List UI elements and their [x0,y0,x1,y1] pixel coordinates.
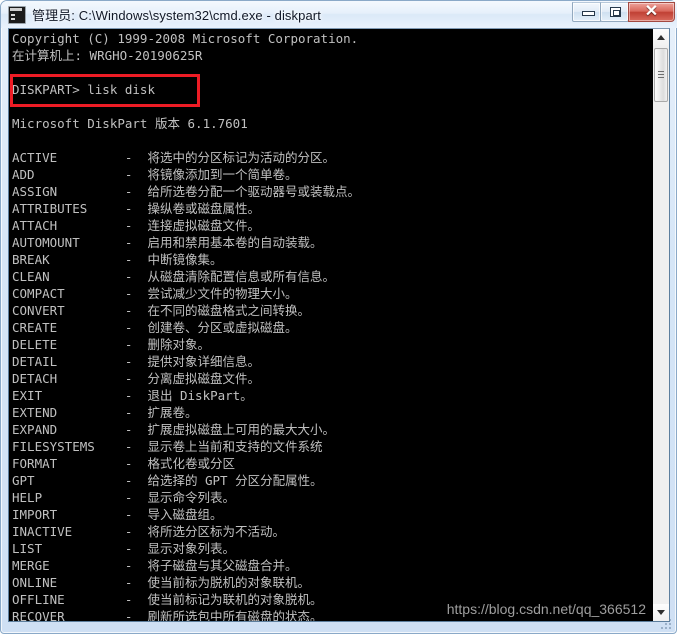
console-line: AUTOMOUNT - 启用和禁用基本卷的自动装载。 [12,235,323,250]
console-line: ATTACH - 连接虚拟磁盘文件。 [12,218,260,233]
close-icon: ✕ [644,2,659,20]
cmd-window: 管理员: C:\Windows\system32\cmd.exe - diskp… [0,0,677,634]
console-line: Microsoft DiskPart 版本 6.1.7601 [12,116,248,131]
scroll-up-arrow-icon [657,35,665,40]
console-line: ATTRIBUTES - 操纵卷或磁盘属性。 [12,201,260,216]
console-line: EXTEND - 扩展卷。 [12,405,198,420]
resize-grip-icon[interactable] [659,617,673,631]
watermark-text: https://blog.csdn.net/qq_366512 [446,601,646,617]
window-title: 管理员: C:\Windows\system32\cmd.exe - diskp… [32,8,321,23]
console-line: LIST - 显示对象列表。 [12,541,235,556]
console-line: COMPACT - 尝试减少文件的物理大小。 [12,286,298,301]
console-line: CREATE - 创建卷、分区或虚拟磁盘。 [12,320,298,335]
console-screen[interactable]: Copyright (C) 1999-2008 Microsoft Corpor… [9,29,652,621]
window-controls: ✕ [572,2,675,24]
console-line: DETACH - 分离虚拟磁盘文件。 [12,371,260,386]
console-line: OFFLINE - 使当前标记为联机的对象脱机。 [12,592,323,607]
console-output: Copyright (C) 1999-2008 Microsoft Corpor… [12,30,360,621]
console-line: DISKPART> lisk disk [12,82,155,97]
console-line: FILESYSTEMS - 显示卷上当前和支持的文件系统 [12,439,323,454]
console-line: ADD - 将镜像添加到一个简单卷。 [12,167,298,182]
console-line: GPT - 给选择的 GPT 分区分配属性。 [12,473,323,488]
console-line: CLEAN - 从磁盘清除配置信息或所有信息。 [12,269,335,284]
minimize-icon [582,11,595,16]
maximize-icon [610,7,621,17]
console-line: MERGE - 将子磁盘与其父磁盘合并。 [12,558,298,573]
console-line: DETAIL - 提供对象详细信息。 [12,354,260,369]
scrollbar-thumb[interactable] [654,48,668,102]
close-button[interactable]: ✕ [628,2,675,22]
scroll-down-arrow-icon [657,610,665,615]
title-bar[interactable]: 管理员: C:\Windows\system32\cmd.exe - diskp… [1,1,677,28]
console-line: ONLINE - 使当前标为脱机的对象联机。 [12,575,310,590]
vertical-scrollbar[interactable] [652,29,669,621]
console-line: CONVERT - 在不同的磁盘格式之间转换。 [12,303,310,318]
console-line: DELETE - 删除对象。 [12,337,210,352]
console-line: ACTIVE - 将选中的分区标记为活动的分区。 [12,150,335,165]
console-line: 在计算机上: WRGHO-20190625R [12,48,203,63]
console-line: EXIT - 退出 DiskPart。 [12,388,253,403]
console-line: RECOVER - 刷新所选包中所有磁盘的状态。 [12,609,323,621]
console-line: Copyright (C) 1999-2008 Microsoft Corpor… [12,31,359,46]
console-line: INACTIVE - 将所选分区标为不活动。 [12,524,285,539]
console-line: HELP - 显示命令列表。 [12,490,235,505]
console-line: FORMAT - 格式化卷或分区 [12,456,235,471]
console-client-area: Copyright (C) 1999-2008 Microsoft Corpor… [8,28,670,622]
console-line: ASSIGN - 给所选卷分配一个驱动器号或装载点。 [12,184,360,199]
cmd-console-icon [8,5,26,24]
maximize-button[interactable] [600,2,629,22]
scroll-up-button[interactable] [653,29,669,46]
minimize-button[interactable] [572,2,601,22]
console-line: EXPAND - 扩展虚拟磁盘上可用的最大大小。 [12,422,335,437]
scrollbar-grip-icon [658,71,664,78]
console-line: IMPORT - 导入磁盘组。 [12,507,223,522]
console-line: BREAK - 中断镜像集。 [12,252,223,267]
